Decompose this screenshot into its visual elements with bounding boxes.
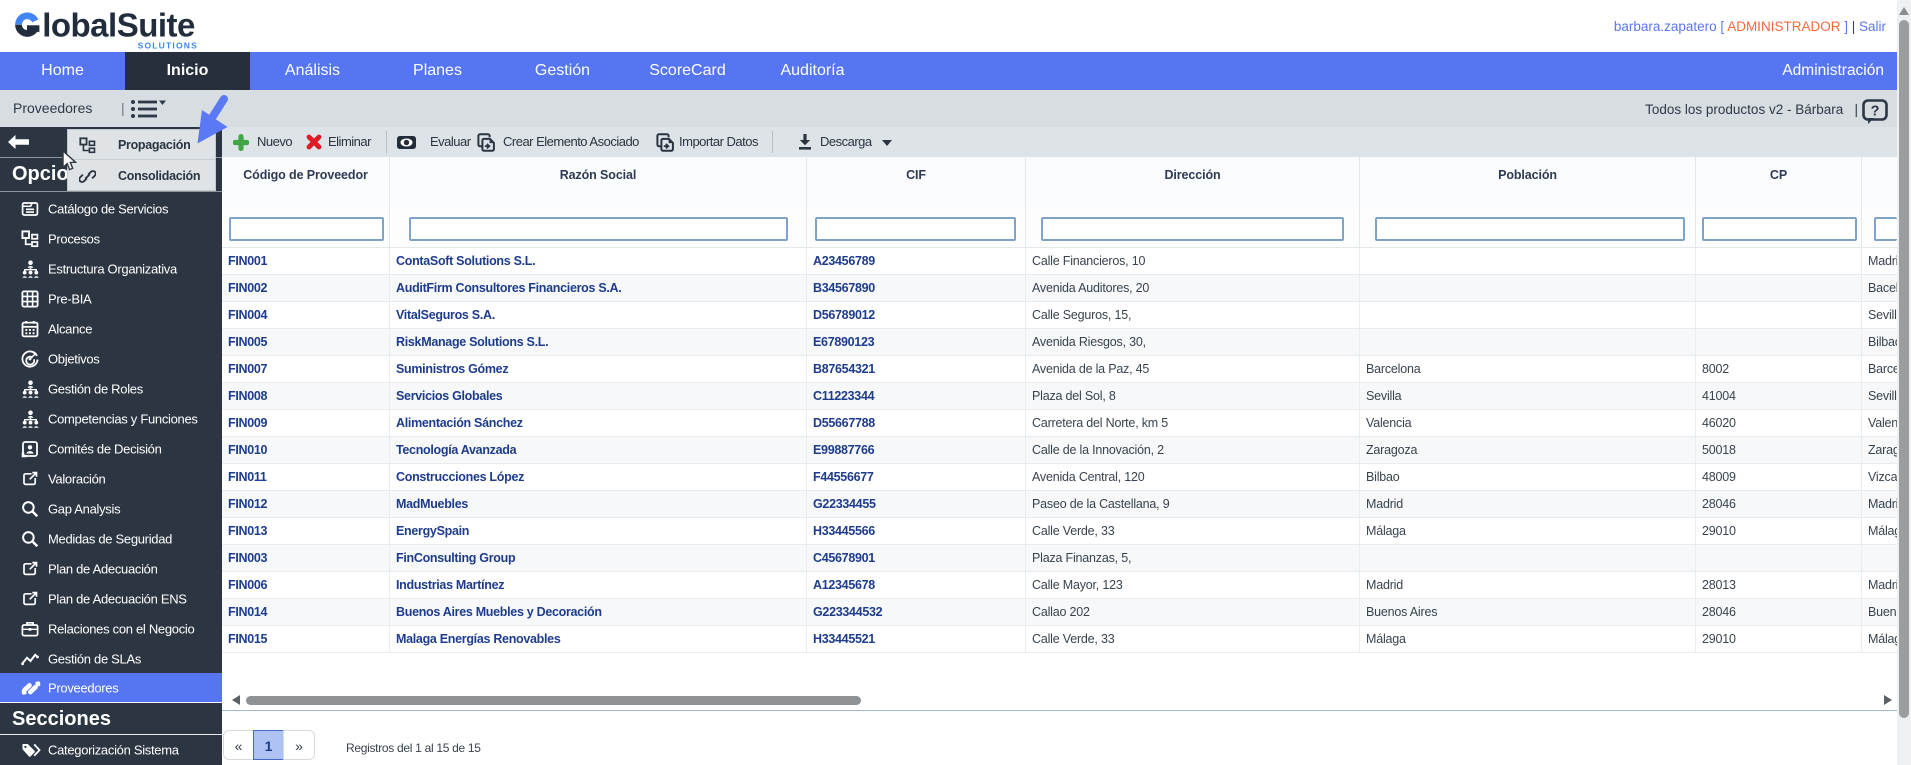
svg-text:?: ? <box>1871 104 1880 120</box>
svg-text:SOLUTIONS: SOLUTIONS <box>138 41 198 51</box>
svg-text:lobalSuite: lobalSuite <box>42 6 195 43</box>
